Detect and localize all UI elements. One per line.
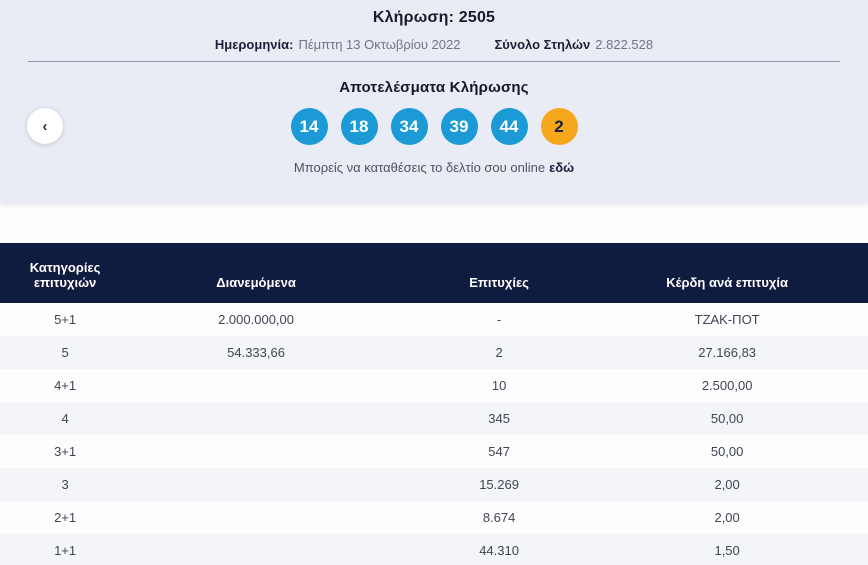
cell-winners: - (496, 312, 502, 327)
column-header: Επιτυχίες (381, 243, 617, 303)
prize-tier-row: 1+1 44.310 1,50 (0, 534, 868, 565)
cell-category: 4+1 (54, 378, 77, 393)
prize-tier-row: 4 345 50,00 (0, 402, 868, 435)
total-columns-label: Σύνολο Στηλών (494, 37, 591, 52)
prize-tier-row: 5 54.333,66 2 27.166,83 (0, 336, 868, 369)
prize-tier-table-body: 5+1 2.000.000,00 - ΤΖΑΚ-ΠΟΤ 5 54.333,66 2 27.16… (0, 303, 868, 565)
footnote-text: Μπορείς να καταθέσεις το δελτίο σου onli… (293, 160, 546, 175)
cell-distributed (130, 402, 382, 435)
cell-winners: 2 (495, 345, 503, 360)
column-header: Κατηγορίες επιτυχιών (0, 243, 131, 303)
column-header: Διανεμόμενα (130, 243, 382, 303)
cell-prize: 2,00 (714, 477, 740, 492)
draw-title: Κλήρωση: 2505 (372, 9, 496, 26)
total-columns: Σύνολο Στηλών 2.822.528 (494, 37, 653, 52)
cell-distributed (130, 501, 382, 534)
cell-prize: 50,00 (710, 411, 744, 426)
winning-number-ball: 44 (490, 108, 528, 145)
draw-info-bar: Ημερομηνία: Πέμπτη 13 Οκτωβρίου 2022 Σύνο… (0, 37, 868, 52)
previous-draw-button[interactable]: ‹ (27, 108, 63, 144)
cell-category: 3+1 (54, 444, 77, 459)
cell-winners: 345 (488, 411, 510, 426)
cell-distributed: 2.000.000,00 (218, 312, 294, 327)
winning-number-ball: 18 (340, 108, 378, 145)
cell-distributed (130, 369, 382, 402)
cell-category: 4 (61, 411, 69, 426)
cell-category: 5+1 (54, 312, 77, 327)
cell-category: 2+1 (54, 510, 77, 525)
prize-tier-row: 4+1 10 2.500,00 (0, 369, 868, 402)
cell-winners: 44.310 (479, 543, 519, 558)
total-columns-value: 2.822.528 (595, 37, 654, 52)
prize-tier-row: 3+1 547 50,00 (0, 435, 868, 468)
prize-tier-table-header: Κατηγορίες επιτυχιών Διανεμόμενα Επιτυχίες… (0, 243, 868, 303)
cell-prize: ΤΖΑΚ-ΠΟΤ (694, 312, 760, 327)
cell-category: 3 (61, 477, 69, 492)
prize-tier-row: 3 15.269 2,00 (0, 468, 868, 501)
prize-tier-table: Κατηγορίες επιτυχιών Διανεμόμενα Επιτυχίες… (0, 243, 868, 565)
draw-date-value: Πέμπτη 13 Οκτωβρίου 2022 (298, 37, 461, 52)
cell-prize: 2,00 (714, 510, 740, 525)
draw-date-label: Ημερομηνία: (214, 37, 294, 52)
online-ticket-footnote: Μπορείς να καταθέσεις το δελτίο σου onli… (0, 160, 868, 175)
cell-distributed (130, 468, 382, 501)
cell-prize: 2.500,00 (701, 378, 753, 393)
column-header: Κέρδη ανά επιτυχία (616, 243, 868, 303)
winning-number-ball: 34 (390, 108, 428, 145)
cell-distributed (130, 435, 382, 468)
cell-distributed (130, 534, 382, 565)
cell-prize: 1,50 (714, 543, 740, 558)
cell-prize: 50,00 (710, 444, 744, 459)
online-ticket-link[interactable]: εδώ (549, 160, 574, 175)
winning-number-ball: 39 (440, 108, 478, 145)
cell-winners: 10 (491, 378, 507, 393)
drawn-numbers: 14 18 34 39 44 2 (0, 108, 868, 145)
chevron-left-icon: ‹ (42, 117, 48, 135)
draw-date: Ημερομηνία: Πέμπτη 13 Οκτωβρίου 2022 (215, 37, 461, 52)
cell-winners: 547 (488, 444, 510, 459)
cell-category: 1+1 (54, 543, 77, 558)
winning-number-ball: 14 (290, 108, 328, 145)
cell-distributed: 54.333,66 (227, 345, 285, 360)
cell-category: 5 (61, 345, 69, 360)
header-row: Κατηγορίες επιτυχιών Διανεμόμενα Επιτυχίες… (0, 243, 868, 303)
header-divider (28, 61, 840, 62)
results-carousel: ‹ 14 18 34 39 44 2 (0, 108, 868, 145)
draw-summary-panel: Κλήρωση: 2505 Ημερομηνία: Πέμπτη 13 Οκτωβ… (0, 0, 868, 203)
cell-winners: 15.269 (479, 477, 519, 492)
results-heading: Αποτελέσματα Κλήρωσης (339, 79, 529, 96)
prize-tier-row: 5+1 2.000.000,00 - ΤΖΑΚ-ΠΟΤ (0, 303, 868, 336)
bonus-number-ball: 2 (540, 108, 578, 145)
prize-tier-row: 2+1 8.674 2,00 (0, 501, 868, 534)
cell-winners: 8.674 (482, 510, 516, 525)
cell-prize: 27.166,83 (698, 345, 757, 360)
